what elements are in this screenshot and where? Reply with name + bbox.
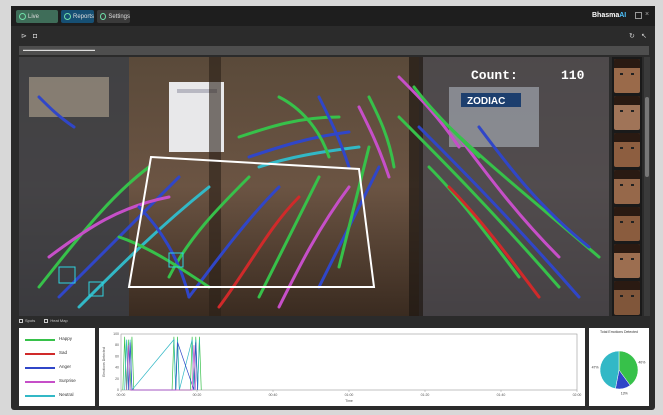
checkbox-box[interactable]: [44, 318, 49, 323]
x-tick-label: 02:00: [573, 393, 582, 397]
count-value: 110: [561, 68, 585, 83]
heatmap-checkbox-label: Heat Map: [50, 318, 68, 323]
legend-label: Happy: [59, 336, 73, 341]
camera-icon: [19, 13, 26, 20]
legend-item: Anger: [25, 364, 93, 372]
legend-item: Sad: [25, 350, 93, 358]
tab-live[interactable]: Live: [16, 10, 58, 23]
emotion-legend: Happy Sad Anger Surprise Neutral: [19, 328, 95, 406]
tab-reports-label: Reports: [72, 13, 94, 20]
analytics-panel: Happy Sad Anger Surprise Neutral 0 20 40 60…: [19, 328, 649, 406]
x-axis-label: Time: [345, 399, 353, 403]
toolbar: ⊳ ◘ ↻ ↖: [11, 30, 655, 44]
brand-name: Bhasma: [592, 12, 620, 19]
plot-area: [120, 333, 578, 391]
close-icon[interactable]: ×: [645, 11, 652, 18]
legend-label: Neutral: [59, 392, 74, 397]
count-label: Count:: [471, 68, 518, 83]
legend-item: Neutral: [25, 392, 93, 400]
pie-slice-neutral: [599, 350, 620, 389]
tab-reports[interactable]: Reports: [61, 10, 94, 23]
reports-icon: [64, 13, 71, 20]
tab-settings[interactable]: Settings: [97, 10, 130, 23]
legend-swatch: [25, 353, 55, 355]
spots-checkbox[interactable]: Spots: [19, 318, 35, 323]
tab-settings-label: Settings: [108, 13, 130, 20]
heatmap-checkbox[interactable]: Heat Map: [44, 318, 68, 323]
file-path-placeholder: ▬▬▬▬▬▬▬▬▬▬▬▬▬▬▬▬▬▬: [23, 47, 95, 52]
gear-icon: [100, 13, 107, 20]
tab-live-label: Live: [28, 13, 40, 20]
emotion-timeline-chart: 0 20 40 60 80 100 00:00 00:20 00:40 01:00 01:20 01:…: [99, 328, 585, 406]
maximize-icon[interactable]: [635, 12, 642, 19]
video-feed[interactable]: ZODIAC Count: 110: [19, 57, 609, 316]
face-thumbnail[interactable]: [614, 59, 640, 93]
store-sign: ZODIAC: [467, 96, 505, 107]
pointer-icon[interactable]: ↖: [641, 33, 647, 40]
x-tick-label: 00:20: [193, 393, 202, 397]
pie-svg: 40% 13% 47%: [592, 350, 645, 395]
overlay-options: Spots Heat Map: [19, 318, 68, 326]
y-tick-label: 0: [117, 388, 119, 392]
pie-slice-label: 47%: [592, 366, 599, 370]
face-thumbnail[interactable]: [614, 133, 640, 167]
x-tick-label: 01:40: [497, 393, 506, 397]
timeline-svg: 0 20 40 60 80 100 00:00 00:20 00:40 01:00 01:20 01:…: [102, 332, 582, 403]
file-path-bar: ▬▬▬▬▬▬▬▬▬▬▬▬▬▬▬▬▬▬: [19, 46, 649, 55]
play-icon[interactable]: ⊳: [21, 33, 27, 40]
x-tick-label: 00:00: [117, 393, 126, 397]
legend-item: Happy: [25, 336, 93, 344]
legend-label: Surprise: [59, 378, 76, 383]
legend-swatch: [25, 395, 55, 397]
legend-label: Sad: [59, 350, 68, 355]
pie-slice-label: 40%: [638, 361, 645, 365]
face-thumbnail[interactable]: [614, 96, 640, 130]
face-thumbnail[interactable]: [614, 281, 640, 315]
y-axis-label: Emotions Detected: [102, 347, 106, 377]
x-tick-label: 01:20: [421, 393, 430, 397]
y-tick-label: 100: [113, 332, 119, 336]
legend-swatch: [25, 367, 55, 369]
legend-label: Anger: [59, 364, 72, 369]
face-thumbnail[interactable]: [614, 207, 640, 241]
refresh-icon[interactable]: ↻: [629, 33, 635, 40]
emotion-pie-panel: Total Emotions Detected 40% 13% 47%: [589, 328, 649, 406]
video-scene: ZODIAC Count: 110: [19, 57, 609, 316]
spots-checkbox-label: Spots: [25, 318, 36, 323]
app-window: Live Reports Settings BhasmaAI × ⊳ ◘ ↻ ↖…: [11, 6, 655, 410]
x-tick-label: 00:40: [269, 393, 278, 397]
face-strip-scrollbar[interactable]: [644, 57, 650, 316]
face-thumbnail[interactable]: [614, 244, 640, 278]
y-tick-label: 20: [115, 377, 119, 381]
y-tick-label: 60: [115, 354, 119, 358]
record-icon[interactable]: ◘: [33, 33, 37, 40]
x-tick-label: 01:00: [345, 393, 354, 397]
pie-slice-label: 13%: [621, 391, 628, 395]
legend-item: Surprise: [25, 378, 93, 386]
legend-swatch: [25, 339, 55, 341]
face-thumbnail-strip: [612, 57, 642, 316]
face-thumbnail[interactable]: [614, 170, 640, 204]
scrollbar-thumb[interactable]: [645, 97, 649, 177]
checkbox-box[interactable]: [19, 318, 23, 323]
brand-suffix: AI: [619, 12, 627, 19]
title-bar: Live Reports Settings BhasmaAI ×: [11, 6, 655, 26]
brand-logo: BhasmaAI: [592, 12, 626, 19]
legend-swatch: [25, 381, 55, 383]
y-tick-label: 40: [115, 366, 119, 370]
y-tick-label: 80: [115, 343, 119, 347]
